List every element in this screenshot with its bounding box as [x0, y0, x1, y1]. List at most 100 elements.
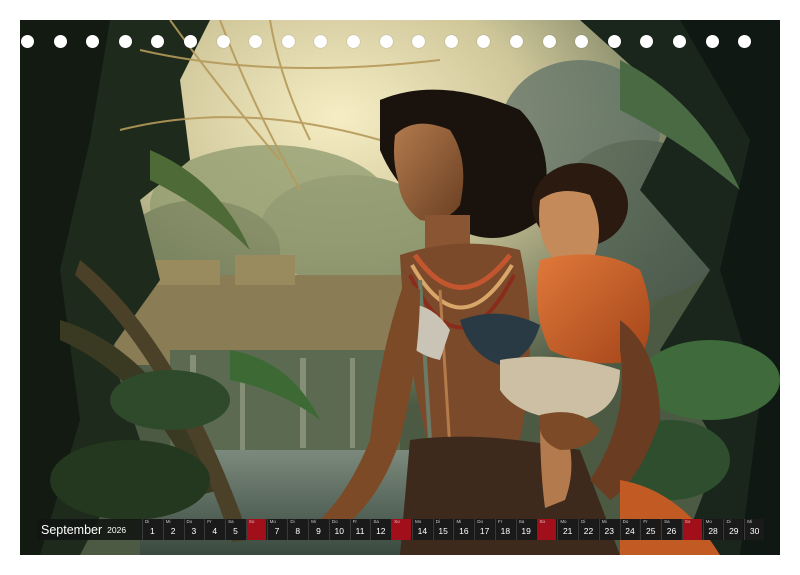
day-cell: Mo 7 — [266, 519, 287, 540]
weekday-label: Mi — [165, 519, 171, 524]
weekday-label: Sa — [373, 519, 379, 524]
binding-hole — [118, 35, 132, 48]
weekday-label: Fr — [207, 519, 212, 524]
day-cell: Mo 28 — [702, 519, 723, 540]
day-cell: Mi 9 — [308, 519, 328, 540]
binding-hole — [379, 35, 393, 48]
day-cell: Mo 14 — [411, 519, 432, 540]
weekday-label: Do — [622, 519, 629, 524]
calendar-page: September 2026 Di 1 Mi 2 Do 3 Fr 4 Sa 5 So Mo 7 Di 8 Mi… — [0, 0, 800, 575]
binding-hole — [510, 35, 523, 48]
day-cell: Mi 23 — [598, 519, 619, 540]
calendar-strip: September 2026 Di 1 Mi 2 Do 3 Fr 4 Sa 5 So Mo 7 Di 8 Mi… — [37, 519, 765, 540]
day-cell: Fr 25 — [640, 519, 661, 540]
day-number: 16 — [459, 526, 469, 536]
day-cell: Fr 4 — [204, 519, 225, 540]
day-number: 23 — [604, 526, 614, 536]
weekday-label: Mo — [269, 519, 276, 524]
weekday-label: Do — [331, 519, 338, 524]
day-cell: Do 3 — [183, 519, 204, 540]
binding-hole — [86, 35, 100, 48]
day-number: 21 — [562, 526, 573, 536]
weekday-label: Do — [477, 519, 484, 524]
binding-hole — [738, 35, 752, 48]
day-number: 3 — [191, 526, 197, 536]
day-cell: Di 8 — [287, 519, 308, 540]
binding-hole — [444, 35, 458, 48]
calendar-artwork — [20, 20, 780, 555]
day-cell: Mi 2 — [162, 519, 183, 540]
day-cell: Do 17 — [474, 519, 495, 540]
day-cell: Di 22 — [578, 519, 598, 540]
day-cell: Sa 26 — [661, 519, 681, 540]
weekday-label: Di — [726, 519, 731, 524]
day-number: 26 — [666, 526, 677, 536]
day-number: 12 — [376, 526, 386, 536]
day-number: 17 — [479, 526, 490, 536]
sunday-cell: So — [681, 519, 702, 540]
weekday-label: Mo — [560, 519, 567, 524]
day-number: 2 — [170, 526, 176, 536]
binding-hole — [53, 35, 67, 48]
day-number: 9 — [316, 526, 321, 536]
binding-hole — [249, 35, 263, 48]
weekday-label: Sa — [228, 519, 234, 524]
binding-hole — [477, 35, 491, 48]
weekday-label: Di — [581, 519, 586, 524]
day-number: 22 — [583, 526, 594, 536]
weekday-label: Fr — [352, 519, 357, 524]
day-cell: Di 1 — [142, 519, 162, 540]
day-number: 11 — [355, 526, 365, 536]
day-cell: Fr 11 — [349, 519, 370, 540]
day-cell: Fr 18 — [495, 519, 515, 540]
binding-hole — [347, 35, 360, 48]
day-number: 28 — [708, 526, 718, 536]
day-number: 29 — [729, 526, 739, 536]
month-year: 2026 — [107, 525, 127, 535]
day-cell: Mi 30 — [744, 519, 764, 540]
day-number: 5 — [233, 526, 238, 536]
binding-hole — [151, 35, 165, 48]
weekday-label: Mi — [311, 519, 316, 524]
day-number: 30 — [749, 526, 760, 536]
binding-hole — [281, 35, 295, 48]
weekday-label: So — [539, 519, 546, 524]
weekday-label: Sa — [664, 519, 670, 524]
binding-hole — [184, 35, 197, 48]
day-cell: Mo 21 — [557, 519, 578, 540]
day-cell: Di 29 — [723, 519, 744, 540]
day-number: 10 — [334, 526, 344, 536]
binding-hole — [640, 35, 654, 48]
binding-hole — [575, 35, 589, 48]
binding-hole — [542, 35, 556, 48]
binding-hole — [673, 35, 686, 48]
weekday-label: Mo — [414, 519, 422, 524]
day-number: 14 — [417, 526, 428, 536]
weekday-label: Di — [435, 519, 440, 524]
day-cell: Sa 12 — [370, 519, 391, 540]
weekday-label: Mi — [456, 519, 462, 524]
ring-binding-holes — [20, 34, 780, 50]
binding-hole — [216, 35, 230, 48]
day-cell: Do 10 — [328, 519, 349, 540]
binding-hole — [412, 35, 426, 48]
day-cell: Mi 16 — [453, 519, 474, 540]
weekday-label: Di — [145, 519, 150, 524]
day-cell: Di 15 — [432, 519, 453, 540]
weekday-label: Fr — [498, 519, 503, 524]
day-number: 24 — [625, 526, 635, 536]
weekday-label: Mo — [705, 519, 712, 524]
jungle-painting — [20, 20, 780, 555]
binding-hole — [705, 35, 719, 48]
day-number: 8 — [295, 526, 301, 536]
binding-hole — [21, 35, 34, 48]
weekday-label: Di — [290, 519, 295, 524]
day-number: 4 — [212, 526, 218, 536]
sunday-cell: So — [536, 519, 557, 540]
weekday-label: So — [248, 519, 255, 524]
day-number: 18 — [500, 526, 511, 536]
day-number: 25 — [646, 526, 656, 536]
day-number: 1 — [150, 526, 155, 536]
day-grid: Di 1 Mi 2 Do 3 Fr 4 Sa 5 So Mo 7 Di 8 Mi 9 Do 10 Fr 11 Sa 12 So… — [142, 519, 765, 540]
day-cell: Sa 19 — [515, 519, 536, 540]
